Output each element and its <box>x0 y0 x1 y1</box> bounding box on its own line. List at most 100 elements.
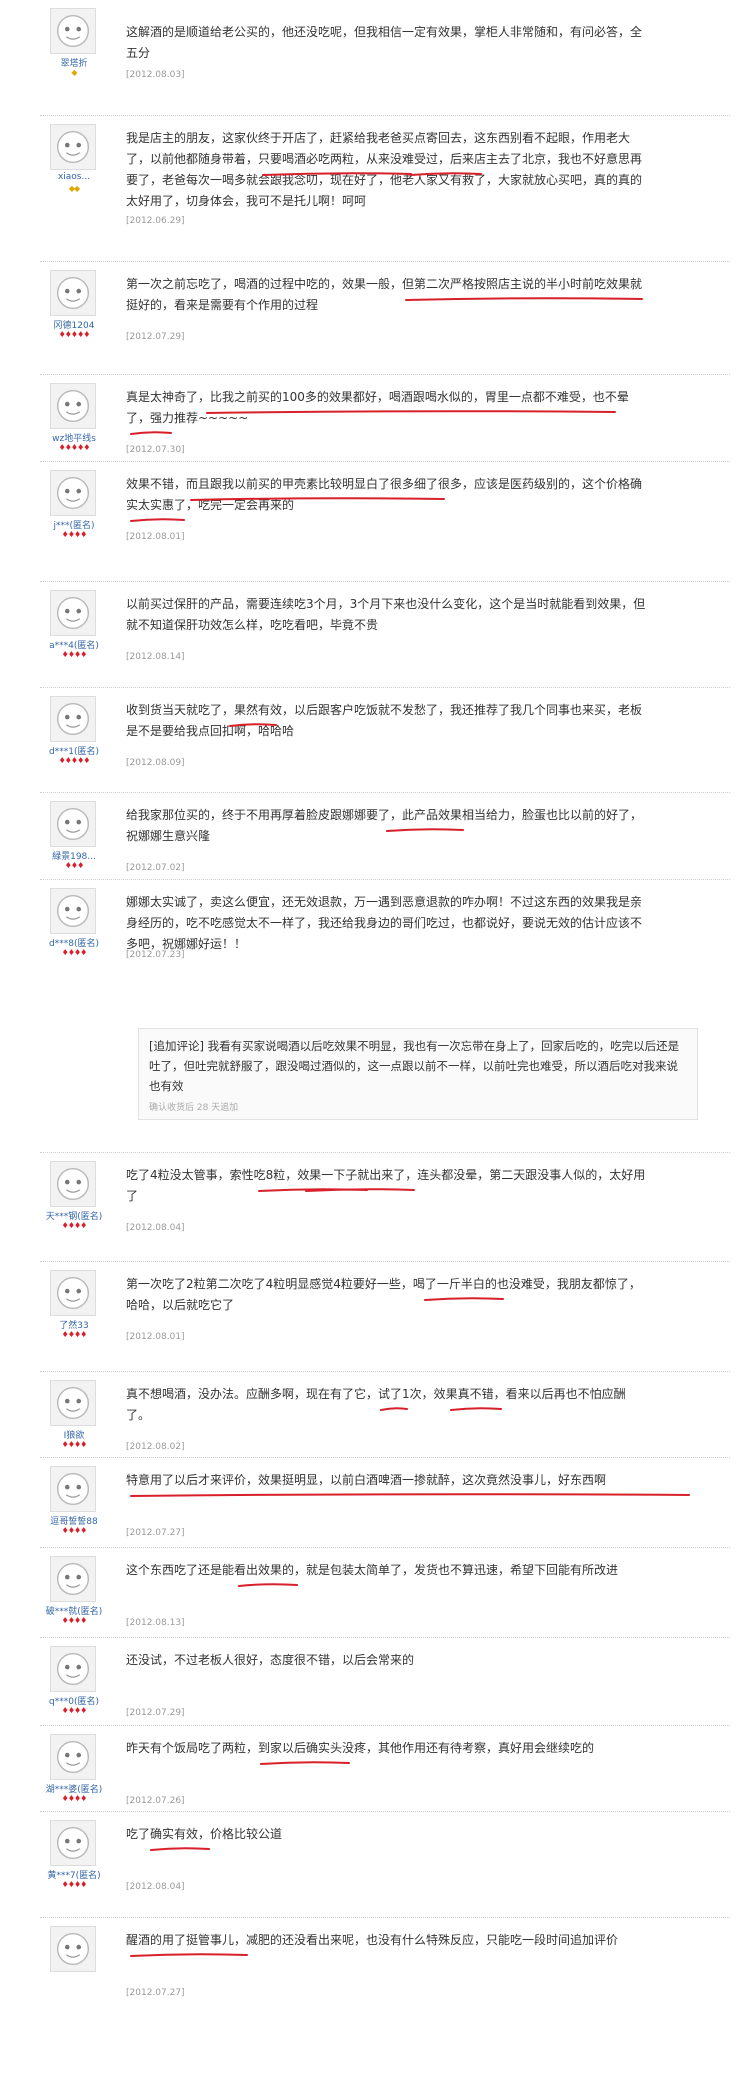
avatar[interactable] <box>50 1380 96 1426</box>
avatar[interactable] <box>50 1926 96 1972</box>
avatar-icon <box>51 471 95 515</box>
review-date: [2012.07.29] <box>126 1708 185 1718</box>
review-text: 真是太神奇了，比我之前买的100多的效果都好，喝酒跟喝水似的，胃里一点都不难受，… <box>126 390 629 425</box>
avatar-icon <box>51 1162 95 1206</box>
review-date: [2012.07.23] <box>126 950 185 960</box>
review-date: [2012.08.01] <box>126 532 185 542</box>
review-item: 緑景198... ♦♦♦ 给我家那位买的，终于不用再厚着脸皮跟娜娜要了，此产品效果相… <box>0 793 750 880</box>
avatar-icon <box>51 1381 95 1425</box>
avatar[interactable] <box>50 1270 96 1316</box>
review-text: 吃了4粒没太管事，索性吃8粒，效果一下子就出来了，连头都没晕，第二天跟没事人似的… <box>126 1168 646 1203</box>
reputation-badge: ♦♦♦♦ <box>61 1330 88 1339</box>
avatar[interactable] <box>50 270 96 316</box>
review-item: d***1(匿名) ♦♦♦♦♦ 收到货当天就吃了，果然有效，以后跟客户吃饭就不发愁了… <box>0 688 750 793</box>
review-date: [2012.08.02] <box>126 1442 185 1452</box>
review-date: [2012.07.27] <box>126 1528 185 1538</box>
review-text: 吃了确实有效，价格比较公道 <box>126 1827 283 1841</box>
review-text: 这解酒的是顺道给老公买的，他还没吃呢，但我相信一定有效果，掌柜人非常随和，有问必… <box>126 25 643 60</box>
review-date: [2012.08.04] <box>126 1882 185 1892</box>
reputation-badge: ♦♦♦♦♦ <box>58 330 91 339</box>
red-underline-mark <box>130 431 172 435</box>
review-date: [2012.08.09] <box>126 758 185 768</box>
review-date: [2012.08.01] <box>126 1332 185 1342</box>
avatar[interactable] <box>50 470 96 516</box>
review-item: 醒酒的用了挺管事儿，减肥的还没看出来呢，也没有什么特殊反应，只能吃一段时间追加评… <box>0 1918 750 2082</box>
review-text: 真不想喝酒，没办法。应酬多啊，现在有了它，试了1次，效果真不错，看来以后再也不怕… <box>126 1387 626 1422</box>
appended-review-note: 确认收货后 28 天追加 <box>149 1103 239 1113</box>
review-text: 娜娜太实诚了，卖这么便宜，还无效退款，万一遇到恶意退款的咋办啊！不过这东西的效果… <box>126 895 643 951</box>
avatar-icon <box>51 697 95 741</box>
avatar-icon <box>51 384 95 428</box>
reputation-badge: ♦♦♦ <box>64 861 85 870</box>
review-item: d***8(匿名) ♦♦♦♦ 娜娜太实诚了，卖这么便宜，还无效退款，万一遇到恶意退款… <box>0 880 750 1153</box>
avatar[interactable] <box>50 696 96 742</box>
red-underline-mark <box>238 1583 298 1587</box>
review-date: [2012.08.04] <box>126 1223 185 1233</box>
reputation-badge: ♦♦♦♦ <box>61 948 88 957</box>
review-item: 逗哥誓誓88 ♦♦♦♦ 特意用了以后才来评价，效果挺明显，以前白酒啤酒一掺就醉，这次… <box>0 1458 750 1548</box>
avatar[interactable] <box>50 1556 96 1602</box>
avatar-icon <box>51 802 95 846</box>
reputation-badge: ♦♦♦♦ <box>61 1794 88 1803</box>
avatar[interactable] <box>50 1734 96 1780</box>
review-text: 我是店主的朋友，这家伙终于开店了，赶紧给我老爸买点寄回去，这东西别看不起眼，作用… <box>126 131 643 208</box>
reputation-badge: ♦♦♦♦♦ <box>58 756 91 765</box>
reputation-badge: ♦♦♦♦ <box>61 1440 88 1449</box>
review-item: 破***就(匿名) ♦♦♦♦ 这个东西吃了还是能看出效果的，就是包装太简单了，发货也… <box>0 1548 750 1638</box>
avatar-icon <box>51 1735 95 1779</box>
review-date: [2012.07.30] <box>126 445 185 455</box>
reputation-badge: ♦♦♦♦ <box>61 650 88 659</box>
avatar[interactable] <box>50 1646 96 1692</box>
reputation-badge: ♦♦♦♦ <box>61 1880 88 1889</box>
avatar-icon <box>51 1557 95 1601</box>
review-item: q***0(匿名) ♦♦♦♦ 还没试，不过老板人很好，态度很不错，以后会常来的 [20… <box>0 1638 750 1726</box>
review-text: 效果不错，而且跟我以前买的甲壳素比较明显白了很多细了很多，应该是医药级别的，这个… <box>126 477 643 512</box>
avatar[interactable] <box>50 1161 96 1207</box>
review-item: 了然33 ♦♦♦♦ 第一次吃了2粒第二次吃了4粒明显感觉4粒要好一些，喝了一斤半白的… <box>0 1262 750 1372</box>
avatar-icon <box>51 1821 95 1865</box>
review-text: 以前买过保肝的产品，需要连续吃3个月，3个月下来也没什么变化，这个是当时就能看到… <box>126 597 646 632</box>
avatar[interactable] <box>50 1820 96 1866</box>
avatar[interactable] <box>50 801 96 847</box>
review-item: xiaos... ◆◆ 我是店主的朋友，这家伙终于开店了，赶紧给我老爸买点寄回去，这… <box>0 116 750 262</box>
reputation-badge: ♦♦♦♦ <box>61 1221 88 1230</box>
review-item: j***(匿名) ♦♦♦♦ 效果不错，而且跟我以前买的甲壳素比较明显白了很多细了很多… <box>0 462 750 582</box>
avatar[interactable] <box>50 888 96 934</box>
avatar-icon <box>51 1927 95 1971</box>
review-date: [2012.07.26] <box>126 1796 185 1806</box>
avatar[interactable] <box>50 8 96 54</box>
avatar[interactable] <box>50 383 96 429</box>
review-item: 冈德1204 ♦♦♦♦♦ 第一次之前忘吃了，喝酒的过程中吃的，效果一般，但第二次严格… <box>0 262 750 375</box>
red-underline-mark <box>130 518 185 522</box>
reputation-badge: ♦♦♦♦ <box>61 1706 88 1715</box>
avatar-icon <box>51 271 95 315</box>
review-text: 第一次吃了2粒第二次吃了4粒明显感觉4粒要好一些，喝了一斤半白的也没难受，我朋友… <box>126 1277 641 1312</box>
review-item: I狼欲 ♦♦♦♦ 真不想喝酒，没办法。应酬多啊，现在有了它，试了1次，效果真不错，看… <box>0 1372 750 1458</box>
red-underline-mark <box>150 1847 210 1851</box>
red-underline-mark <box>130 1493 690 1497</box>
appended-review-text: [追加评论] 我看有买家说喝酒以后吃效果不明显，我也有一次忘带在身上了，回家后吃… <box>149 1039 680 1093</box>
review-item: 湖***婆(匿名) ♦♦♦♦ 昨天有个饭局吃了两粒，到家以后确实头没疼，其他作用还有… <box>0 1726 750 1812</box>
reputation-badge: ◆◆ <box>68 184 80 193</box>
avatar[interactable] <box>50 124 96 170</box>
review-text: 第一次之前忘吃了，喝酒的过程中吃的，效果一般，但第二次严格按照店主说的半小时前吃… <box>126 277 643 312</box>
appended-review-box: [追加评论] 我看有买家说喝酒以后吃效果不明显，我也有一次忘带在身上了，回家后吃… <box>138 1028 698 1120</box>
red-underline-mark <box>130 1953 248 1957</box>
avatar-icon <box>51 1647 95 1691</box>
reputation-badge: ♦♦♦♦ <box>61 1526 88 1535</box>
reputation-badge: ◆ <box>71 68 77 77</box>
review-text: 昨天有个饭局吃了两粒，到家以后确实头没疼，其他作用还有待考察，真好用会继续吃的 <box>126 1741 595 1755</box>
red-underline-mark <box>260 1761 350 1765</box>
reputation-badge: ♦♦♦♦ <box>61 530 88 539</box>
reputation-badge: ♦♦♦♦ <box>61 1616 88 1625</box>
avatar[interactable] <box>50 590 96 636</box>
review-item: wz地平线s ♦♦♦♦♦ 真是太神奇了，比我之前买的100多的效果都好，喝酒跟喝水似… <box>0 375 750 462</box>
review-text: 特意用了以后才来评价，效果挺明显，以前白酒啤酒一掺就醉，这次竟然没事儿，好东西啊 <box>126 1473 607 1487</box>
review-text: 还没试，不过老板人很好，态度很不错，以后会常来的 <box>126 1653 415 1667</box>
review-text: 醒酒的用了挺管事儿，减肥的还没看出来呢，也没有什么特殊反应，只能吃一段时间追加评… <box>126 1933 619 1947</box>
review-item: 天***钢(匿名) ♦♦♦♦ 吃了4粒没太管事，索性吃8粒，效果一下子就出来了，连头… <box>0 1153 750 1262</box>
reviewer-name[interactable]: xiaos... <box>36 172 112 182</box>
avatar[interactable] <box>50 1466 96 1512</box>
avatar-icon <box>51 1467 95 1511</box>
review-date: [2012.08.13] <box>126 1618 185 1628</box>
